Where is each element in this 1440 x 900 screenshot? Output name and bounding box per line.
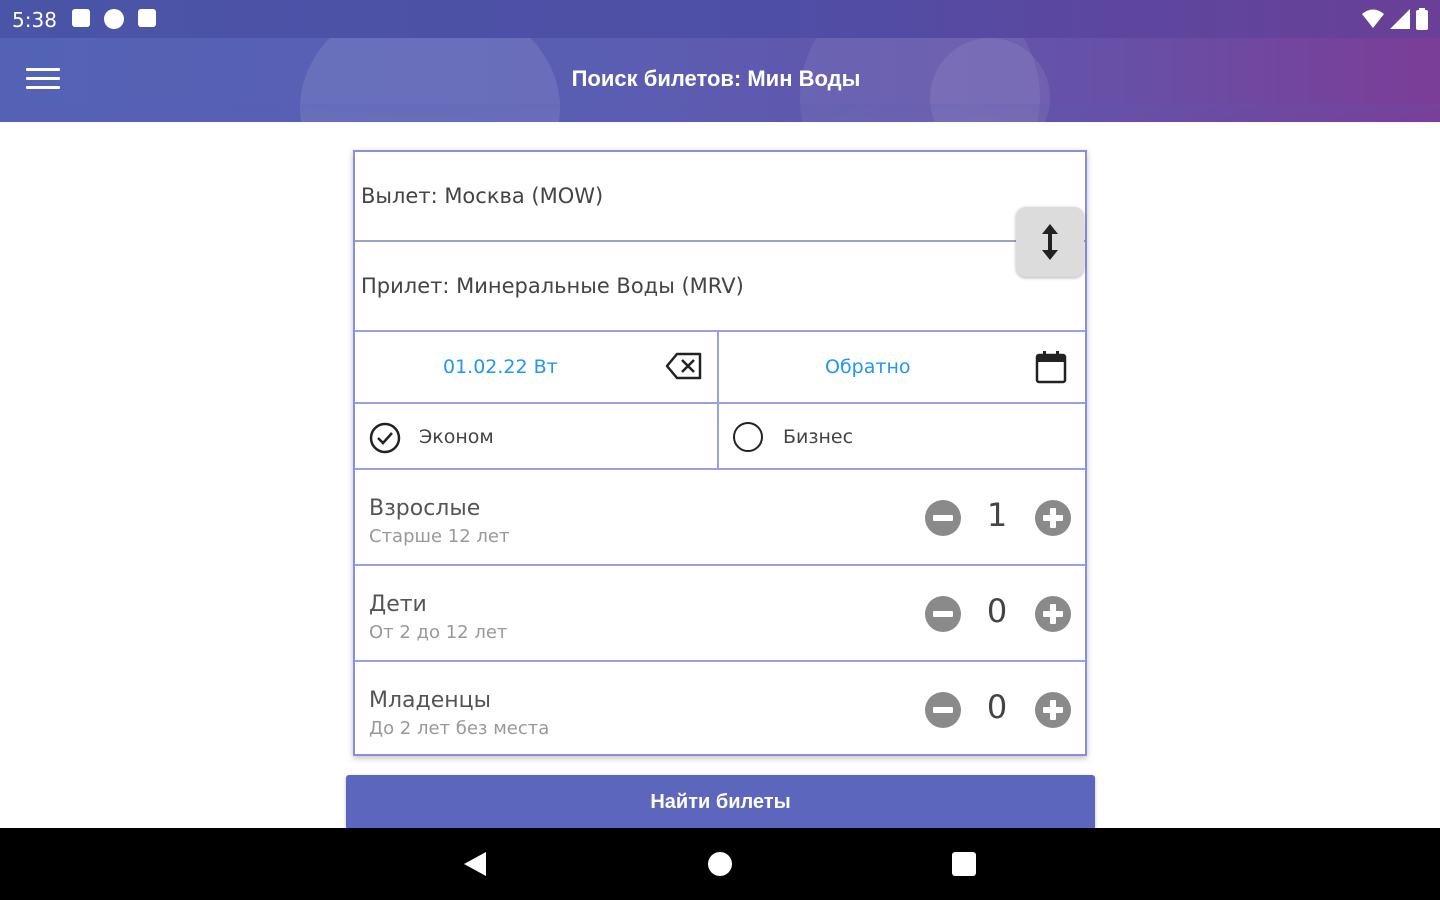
class-option-business[interactable]: Бизнес bbox=[719, 404, 1085, 468]
signal-icon bbox=[1390, 9, 1410, 29]
passenger-subtitle: От 2 до 12 лет bbox=[369, 622, 508, 643]
status-bar: 5:38 bbox=[0, 0, 1440, 38]
class-option-economy[interactable]: Эконом bbox=[355, 404, 719, 468]
passenger-subtitle: Старше 12 лет bbox=[369, 526, 510, 547]
dates-row: 01.02.22 Вт Обратно bbox=[355, 332, 1085, 404]
minus-icon[interactable] bbox=[925, 500, 961, 536]
arrival-text: Прилет: Минеральные Воды (MRV) bbox=[361, 274, 744, 298]
passenger-subtitle: До 2 лет без места bbox=[369, 718, 550, 739]
page-title: Поиск билетов: Мин Воды bbox=[571, 66, 861, 91]
notification-p-icon bbox=[104, 9, 124, 29]
swap-vertical-icon bbox=[1042, 224, 1058, 260]
depart-date-text: 01.02.22 Вт bbox=[443, 356, 558, 378]
search-form-card: Вылет: Москва (MOW) Прилет: Минеральные … bbox=[353, 150, 1087, 756]
search-tickets-button[interactable]: Найти билеты bbox=[346, 775, 1095, 830]
calendar-icon[interactable] bbox=[1035, 350, 1067, 384]
class-row: Эконом Бизнес bbox=[355, 404, 1085, 470]
status-system-icons bbox=[1362, 8, 1428, 30]
passenger-count: 0 bbox=[986, 592, 1008, 630]
plus-icon[interactable] bbox=[1035, 596, 1071, 632]
departure-field[interactable]: Вылет: Москва (MOW) bbox=[355, 152, 1085, 242]
plus-icon[interactable] bbox=[1035, 692, 1071, 728]
departure-text: Вылет: Москва (MOW) bbox=[361, 184, 604, 208]
checked-circle-icon[interactable] bbox=[369, 422, 401, 454]
passenger-row-children: Дети От 2 до 12 лет 0 bbox=[355, 566, 1085, 662]
wifi-icon bbox=[1362, 9, 1384, 28]
arrival-field[interactable]: Прилет: Минеральные Воды (MRV) bbox=[355, 242, 1085, 332]
class-label-economy: Эконом bbox=[419, 426, 494, 448]
battery-icon bbox=[1416, 8, 1428, 30]
recents-icon[interactable] bbox=[952, 852, 976, 876]
status-notifications bbox=[72, 9, 156, 29]
passenger-title: Младенцы bbox=[369, 688, 491, 713]
passenger-count: 1 bbox=[986, 496, 1008, 534]
backspace-icon[interactable] bbox=[665, 352, 703, 380]
return-date-field[interactable]: Обратно bbox=[719, 332, 1085, 402]
minus-icon[interactable] bbox=[925, 596, 961, 632]
app-bar-shadow bbox=[0, 104, 1440, 126]
passenger-title: Дети bbox=[369, 592, 427, 617]
passenger-row-adults: Взрослые Старше 12 лет 1 bbox=[355, 470, 1085, 566]
return-date-text: Обратно bbox=[825, 356, 911, 378]
depart-date-field[interactable]: 01.02.22 Вт bbox=[355, 332, 719, 402]
sd-card-icon bbox=[138, 9, 156, 27]
navigation-bar bbox=[0, 828, 1440, 900]
back-icon[interactable] bbox=[464, 852, 486, 876]
class-label-business: Бизнес bbox=[783, 426, 854, 448]
home-icon[interactable] bbox=[708, 852, 732, 876]
plus-icon[interactable] bbox=[1035, 500, 1071, 536]
passenger-row-infants: Младенцы До 2 лет без места 0 bbox=[355, 662, 1085, 758]
swap-button[interactable] bbox=[1016, 207, 1084, 277]
passenger-title: Взрослые bbox=[369, 496, 481, 521]
minus-icon[interactable] bbox=[925, 692, 961, 728]
status-time: 5:38 bbox=[12, 8, 57, 32]
notification-a-icon bbox=[72, 9, 90, 27]
radio-unchecked-icon[interactable] bbox=[733, 422, 763, 452]
passenger-count: 0 bbox=[986, 688, 1008, 726]
